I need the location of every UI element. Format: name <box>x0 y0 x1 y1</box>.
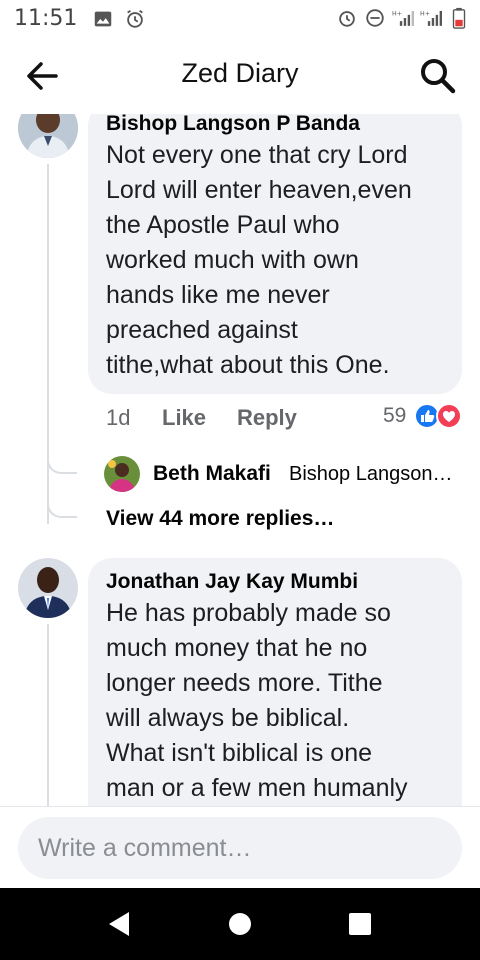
battery-icon <box>452 7 466 29</box>
signal-icon: H+ <box>392 11 414 26</box>
comment-bubble[interactable]: Jonathan Jay Kay Mumbi He has probably m… <box>88 558 462 806</box>
thread-line <box>47 624 49 806</box>
reply-author[interactable]: Beth Makafi <box>153 462 271 486</box>
system-nav-bar <box>0 888 480 960</box>
view-more-replies-link[interactable]: View 44 more replies… <box>106 507 334 531</box>
reply-snippet[interactable]: Bishop Langson… <box>289 463 452 486</box>
signal-icon: H+ <box>420 11 442 26</box>
thread-connector <box>47 444 77 474</box>
comment-author[interactable]: Bishop Langson P Banda <box>106 114 444 136</box>
status-bar: 11:51 H+ H+ <box>0 0 480 38</box>
comment-bubble[interactable]: Bishop Langson P Banda Not every one tha… <box>88 114 462 394</box>
home-circle-icon[interactable] <box>222 906 258 942</box>
avatar[interactable] <box>18 558 78 618</box>
alarm-icon <box>339 11 355 27</box>
comment-input[interactable] <box>18 817 462 879</box>
avatar[interactable] <box>104 456 140 492</box>
reaction-count[interactable]: 59 <box>383 404 406 428</box>
comment-text: Not every one that cry Lord Lord will en… <box>106 141 412 379</box>
avatar-photo-icon <box>104 456 140 492</box>
app-header: Zed Diary <box>0 38 480 114</box>
recents-square-icon[interactable] <box>342 906 378 942</box>
comment-text: He has probably made so much money that … <box>106 599 408 802</box>
comments-scroll-area[interactable]: Bishop Langson P Banda Not every one tha… <box>0 114 480 806</box>
page-title: Zed Diary <box>181 58 299 88</box>
do-not-disturb-icon <box>366 9 384 27</box>
comment-composer <box>0 806 480 888</box>
search-icon[interactable] <box>418 56 458 96</box>
comment-author[interactable]: Jonathan Jay Kay Mumbi <box>106 570 444 594</box>
gallery-icon <box>94 11 112 27</box>
back-triangle-icon[interactable] <box>102 906 138 942</box>
svg-text:H+: H+ <box>420 11 430 18</box>
comment-time: 1d <box>106 405 131 430</box>
reply-button[interactable]: Reply <box>237 405 297 431</box>
avatar-photo-icon <box>18 558 78 618</box>
avatar[interactable] <box>18 114 78 158</box>
thread-line <box>47 164 49 524</box>
like-button[interactable]: Like <box>162 405 206 431</box>
svg-text:H+: H+ <box>392 11 402 18</box>
avatar-photo-icon <box>18 114 78 158</box>
thread-connector <box>47 488 77 518</box>
love-reaction-icon <box>436 403 462 429</box>
alarm-icon <box>127 9 143 28</box>
status-time: 11:51 <box>14 6 78 31</box>
